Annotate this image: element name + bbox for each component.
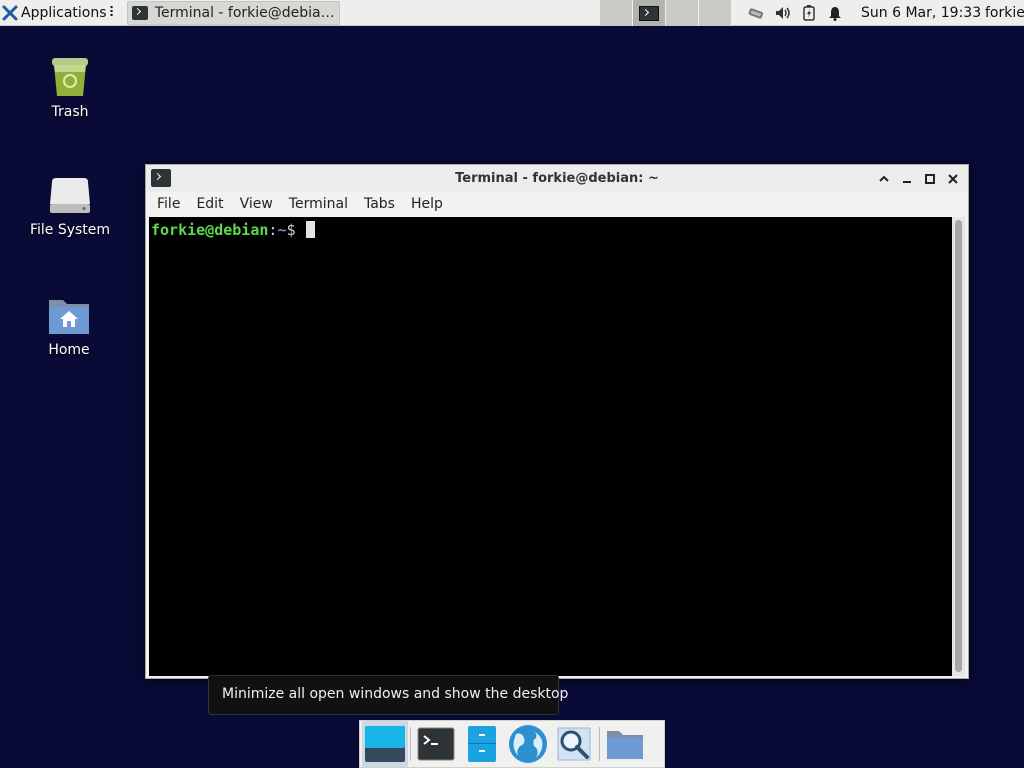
volume-icon[interactable]: [774, 4, 792, 22]
menu-tabs[interactable]: Tabs: [356, 192, 403, 217]
terminal-menubar: File Edit View Terminal Tabs Help: [146, 192, 968, 217]
xfce-logo-icon: [2, 5, 18, 20]
scrollbar-thumb[interactable]: [955, 220, 962, 672]
terminal-output-area[interactable]: forkie@debian:~$: [149, 217, 952, 676]
home-folder-icon: [49, 300, 89, 334]
text-cursor: [305, 221, 315, 238]
close-icon: [947, 174, 958, 184]
network-icon[interactable]: [748, 4, 766, 22]
minimize-icon: [902, 181, 911, 183]
chevron-up-icon: [878, 175, 889, 182]
window-controls: [872, 169, 964, 189]
user-menu[interactable]: forkie: [985, 0, 1024, 26]
trash-icon: [52, 58, 88, 96]
battery-icon[interactable]: [800, 4, 818, 22]
notifications-bell-icon[interactable]: [826, 4, 844, 22]
terminal-window: Terminal - forkie@debian: ~ File Edit Vi…: [145, 164, 969, 679]
file-system-label: File System: [29, 222, 111, 238]
top-panel: Applications ⠇ Terminal - forkie@debia… …: [0, 0, 1024, 26]
show-desktop-tooltip: Minimize all open windows and show the d…: [208, 675, 568, 715]
dock-terminal-launcher[interactable]: [413, 721, 459, 767]
terminal-scrollbar[interactable]: [952, 217, 965, 676]
separator-icon: ⠇: [108, 4, 119, 21]
desktop-icon-trash[interactable]: Trash: [20, 52, 120, 120]
prompt-user-host: forkie@debian: [151, 221, 269, 239]
trash-label: Trash: [51, 104, 89, 120]
dock-file-manager-launcher[interactable]: [459, 721, 505, 767]
taskbar-terminal-button[interactable]: Terminal - forkie@debia…: [126, 0, 340, 25]
close-button[interactable]: [941, 169, 964, 189]
menu-terminal[interactable]: Terminal: [281, 192, 356, 217]
shade-button[interactable]: [872, 169, 895, 189]
clock[interactable]: Sun 6 Mar, 19:33: [861, 0, 981, 26]
show-desktop-button[interactable]: [362, 721, 408, 767]
workspace-1[interactable]: [600, 0, 633, 26]
hard-drive-icon: [50, 178, 90, 213]
home-label: Home: [48, 342, 90, 358]
menu-file[interactable]: File: [146, 192, 188, 217]
workspace-3[interactable]: [666, 0, 699, 26]
workspace-window-thumbnail: [639, 6, 659, 21]
maximize-icon: [924, 174, 935, 184]
window-titlebar[interactable]: Terminal - forkie@debian: ~: [146, 165, 968, 192]
maximize-button[interactable]: [918, 169, 941, 189]
applications-menu[interactable]: Applications ⠇: [0, 0, 123, 26]
terminal-icon: [131, 5, 148, 20]
dock-folder-launcher[interactable]: [602, 721, 648, 767]
system-tray: [748, 0, 852, 26]
desktop-icon-home[interactable]: Home: [19, 294, 119, 358]
workspace-switcher: [600, 0, 732, 26]
desktop-icon-file-system[interactable]: File System: [20, 174, 120, 238]
file-cabinet-icon: [468, 726, 496, 762]
menu-help[interactable]: Help: [403, 192, 451, 217]
shell-prompt: forkie@debian:~$: [151, 221, 315, 239]
minimize-button[interactable]: [895, 169, 918, 189]
dock-separator: [599, 727, 600, 761]
taskbar-terminal-label: Terminal - forkie@debia…: [154, 4, 335, 21]
bottom-dock: [359, 720, 665, 768]
dock-web-browser-launcher[interactable]: [505, 721, 551, 767]
globe-icon: [509, 725, 547, 763]
workspace-4[interactable]: [699, 0, 732, 26]
menu-edit[interactable]: Edit: [188, 192, 231, 217]
menu-view[interactable]: View: [232, 192, 281, 217]
magnifier-icon: [557, 727, 591, 761]
dock-app-finder-launcher[interactable]: [551, 721, 597, 767]
folder-icon: [607, 731, 643, 759]
show-desktop-icon: [365, 726, 405, 762]
applications-label: Applications: [21, 4, 107, 21]
window-title: Terminal - forkie@debian: ~: [455, 171, 659, 186]
dock-separator: [410, 727, 411, 761]
workspace-2[interactable]: [633, 0, 666, 26]
terminal-icon: [417, 727, 455, 761]
prompt-symbol: $: [286, 221, 305, 239]
